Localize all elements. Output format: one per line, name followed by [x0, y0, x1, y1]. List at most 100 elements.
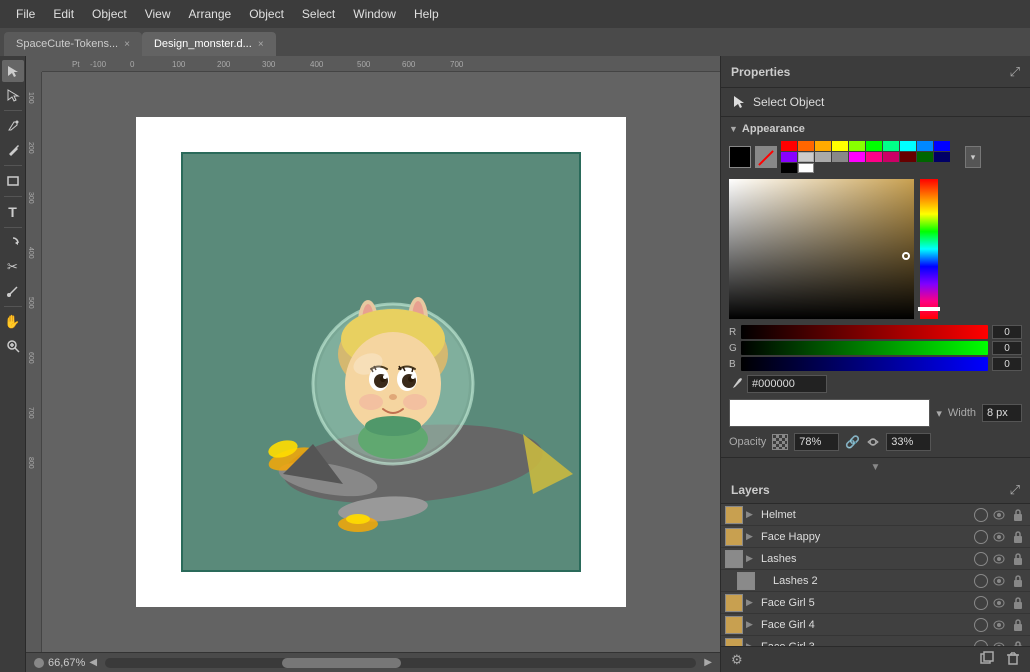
- layer-expand-face-girl-4[interactable]: ▶: [746, 619, 758, 630]
- color-gradient-picker[interactable]: [729, 179, 914, 319]
- zoom-arrow-left[interactable]: ◀: [89, 657, 97, 668]
- layer-expand-face-girl-5[interactable]: ▶: [746, 597, 758, 608]
- layer-eye-lashes-2[interactable]: [991, 573, 1007, 589]
- color-mint[interactable]: [883, 141, 899, 151]
- brush-tool-btn[interactable]: [2, 280, 24, 302]
- b-value-input[interactable]: [992, 357, 1022, 371]
- tab-design-monster-close[interactable]: ×: [258, 39, 264, 50]
- zoom-arrow-right[interactable]: ▶: [704, 657, 712, 668]
- hex-value-input[interactable]: [747, 375, 827, 393]
- pencil-tool-btn[interactable]: [2, 139, 24, 161]
- layer-lock-face-happy[interactable]: [1010, 529, 1026, 545]
- layer-item-lashes-2[interactable]: ▶ Lashes 2: [721, 570, 1030, 592]
- tab-spacecute[interactable]: SpaceCute-Tokens... ×: [4, 32, 142, 56]
- color-yellow[interactable]: [832, 141, 848, 151]
- layer-expand-helmet[interactable]: ▶: [746, 509, 758, 520]
- layer-eye-face-girl-5[interactable]: [991, 595, 1007, 611]
- layers-expand-icon[interactable]: ⤢: [1010, 482, 1020, 498]
- layer-lock-face-girl-4[interactable]: [1010, 617, 1026, 633]
- stroke-dropdown-arrow[interactable]: ▾: [936, 407, 942, 420]
- color-lime[interactable]: [849, 141, 865, 151]
- layer-eye-face-girl-3[interactable]: [991, 639, 1007, 647]
- layers-settings-btn[interactable]: ⚙: [727, 650, 747, 670]
- layer-item-face-girl-3[interactable]: ▶ Face Girl 3: [721, 636, 1030, 646]
- menu-view[interactable]: View: [137, 3, 179, 25]
- opacity2-value-input[interactable]: [886, 433, 931, 451]
- menu-select[interactable]: Select: [294, 3, 343, 25]
- color-cyan[interactable]: [900, 141, 916, 151]
- width-value-input[interactable]: [982, 404, 1022, 422]
- layers-duplicate-btn[interactable]: [976, 649, 998, 670]
- color-crimson[interactable]: [883, 152, 899, 162]
- horizontal-scrollbar[interactable]: [105, 658, 696, 668]
- color-amber[interactable]: [815, 141, 831, 151]
- pen-tool-btn[interactable]: [2, 115, 24, 137]
- tab-spacecute-close[interactable]: ×: [124, 39, 130, 50]
- color-blue[interactable]: [934, 141, 950, 151]
- expand-row[interactable]: ▼: [721, 458, 1030, 477]
- select-tool-btn[interactable]: [2, 60, 24, 82]
- color-dark-red[interactable]: [900, 152, 916, 162]
- menu-object1[interactable]: Object: [84, 3, 135, 25]
- layer-list[interactable]: ▶ Helmet ▶ Face Happy: [721, 504, 1030, 646]
- rotate-tool-btn[interactable]: [2, 232, 24, 254]
- menu-object2[interactable]: Object: [241, 3, 292, 25]
- tab-design-monster[interactable]: Design_monster.d... ×: [142, 32, 276, 56]
- zoom-tool-btn[interactable]: [2, 335, 24, 357]
- color-dark-green[interactable]: [917, 152, 933, 162]
- color-gray[interactable]: [815, 152, 831, 162]
- color-black[interactable]: [781, 163, 797, 173]
- layer-item-face-happy[interactable]: ▶ Face Happy: [721, 526, 1030, 548]
- text-tool-btn[interactable]: T: [2, 201, 24, 223]
- menu-help[interactable]: Help: [406, 3, 447, 25]
- layer-item-helmet[interactable]: ▶ Helmet: [721, 504, 1030, 526]
- layer-expand-face-happy[interactable]: ▶: [746, 531, 758, 542]
- color-pink[interactable]: [866, 152, 882, 162]
- layer-expand-lashes[interactable]: ▶: [746, 553, 758, 564]
- hue-slider[interactable]: [920, 179, 938, 319]
- layer-eye-lashes[interactable]: [991, 551, 1007, 567]
- layer-eye-face-happy[interactable]: [991, 529, 1007, 545]
- color-grid[interactable]: [781, 141, 961, 173]
- layer-lock-face-girl-5[interactable]: [1010, 595, 1026, 611]
- color-purple[interactable]: [781, 152, 797, 162]
- layer-item-face-girl-4[interactable]: ▶ Face Girl 4: [721, 614, 1030, 636]
- rectangle-tool-btn[interactable]: [2, 170, 24, 192]
- menu-edit[interactable]: Edit: [45, 3, 82, 25]
- g-slider-bar[interactable]: [741, 341, 988, 355]
- color-light-gray[interactable]: [798, 152, 814, 162]
- color-white[interactable]: [798, 163, 814, 173]
- layer-lock-face-girl-3[interactable]: [1010, 639, 1026, 647]
- fill-swatch[interactable]: [729, 146, 751, 168]
- layer-lock-lashes-2[interactable]: [1010, 573, 1026, 589]
- layer-lock-lashes[interactable]: [1010, 551, 1026, 567]
- stroke-swatch[interactable]: [755, 146, 777, 168]
- r-value-input[interactable]: [992, 325, 1022, 339]
- layer-eye-helmet[interactable]: [991, 507, 1007, 523]
- appearance-section-header[interactable]: ▼ Appearance: [729, 123, 1022, 135]
- menu-arrange[interactable]: Arrange: [181, 3, 240, 25]
- color-green[interactable]: [866, 141, 882, 151]
- scissors-tool-btn[interactable]: ✂: [2, 256, 24, 278]
- color-dark-blue[interactable]: [934, 152, 950, 162]
- layer-eye-face-girl-4[interactable]: [991, 617, 1007, 633]
- g-value-input[interactable]: [992, 341, 1022, 355]
- link-icon[interactable]: 🔗: [845, 435, 860, 449]
- layer-item-lashes[interactable]: ▶ Lashes: [721, 548, 1030, 570]
- layer-lock-helmet[interactable]: [1010, 507, 1026, 523]
- color-magenta[interactable]: [849, 152, 865, 162]
- menu-file[interactable]: File: [8, 3, 43, 25]
- canvas-artboard[interactable]: [181, 152, 581, 572]
- stroke-preview[interactable]: [729, 399, 930, 427]
- color-red[interactable]: [781, 141, 797, 151]
- canvas-viewport[interactable]: [42, 72, 720, 652]
- color-orange[interactable]: [798, 141, 814, 151]
- layer-item-face-girl-5[interactable]: ▶ Face Girl 5: [721, 592, 1030, 614]
- layers-delete-btn[interactable]: [1002, 649, 1024, 670]
- color-dropdown-btn[interactable]: ▾: [965, 146, 981, 168]
- properties-expand-btn[interactable]: ⤢: [1010, 64, 1020, 80]
- direct-select-tool-btn[interactable]: [2, 84, 24, 106]
- canvas-area[interactable]: Pt -100 0 100 200 300 400 500 600 700 10…: [26, 56, 720, 672]
- hand-tool-btn[interactable]: ✋: [2, 311, 24, 333]
- color-azure[interactable]: [917, 141, 933, 151]
